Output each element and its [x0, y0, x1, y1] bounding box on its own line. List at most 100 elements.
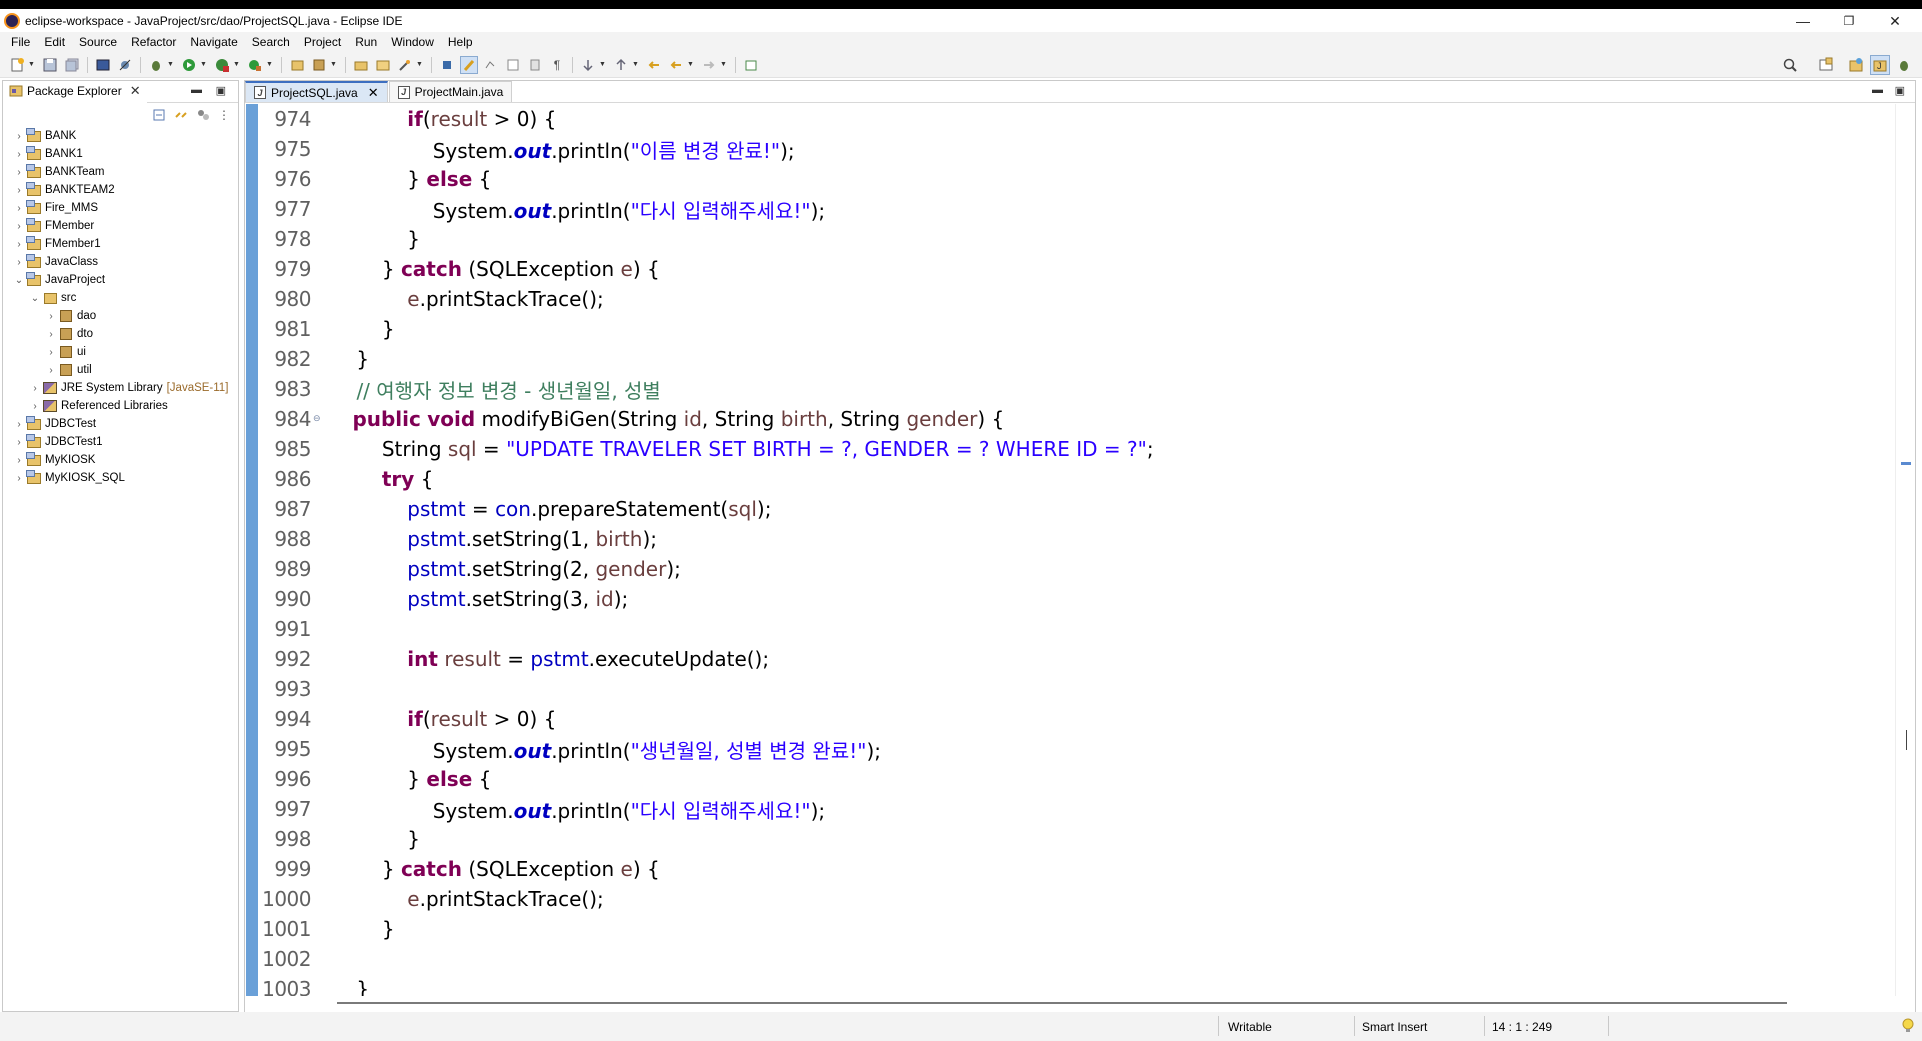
pin-editor-icon[interactable]: [742, 56, 760, 74]
java-ee-perspective-icon[interactable]: [1846, 55, 1866, 75]
save-icon[interactable]: [41, 56, 59, 74]
toggle-mark-occurrences-icon[interactable]: [438, 56, 456, 74]
tree-item-bank[interactable]: › BANK: [3, 127, 238, 145]
code-line[interactable]: 983 // 여행자 정보 변경 - 생년월일, 성별: [257, 374, 1897, 404]
menu-run[interactable]: Run: [348, 35, 384, 49]
collapsed-chevron-icon[interactable]: ›: [13, 419, 25, 430]
search-dropdown-icon[interactable]: ▼: [416, 61, 424, 68]
collapsed-chevron-icon[interactable]: ›: [13, 167, 25, 178]
tree-item-fmember1[interactable]: › FMember1: [3, 235, 238, 253]
collapsed-chevron-icon[interactable]: ›: [13, 257, 25, 268]
tree-item-jre-system-library[interactable]: › JRE System Library [JavaSE-11]: [3, 379, 238, 397]
code-line[interactable]: 984 ⊖ public void modifyBiGen(String id, …: [257, 404, 1897, 434]
code-line[interactable]: 1001 }: [257, 914, 1897, 944]
collapsed-chevron-icon[interactable]: ›: [45, 329, 57, 340]
code-line[interactable]: 993: [257, 674, 1897, 704]
code-line[interactable]: 991: [257, 614, 1897, 644]
fold-collapse-icon[interactable]: ⊖: [313, 414, 327, 424]
run-dropdown-icon[interactable]: ▼: [200, 61, 208, 68]
external-tools-dropdown-icon[interactable]: ▼: [266, 61, 274, 68]
coverage-icon[interactable]: [213, 56, 231, 74]
tree-item-util[interactable]: › util: [3, 361, 238, 379]
code-line[interactable]: 974 if(result > 0) {: [257, 104, 1897, 134]
new-icon[interactable]: [8, 56, 26, 74]
collapsed-chevron-icon[interactable]: ›: [13, 239, 25, 250]
toggle-word-wrap-icon[interactable]: [504, 56, 522, 74]
minimize-editor-icon[interactable]: ▬: [1872, 84, 1883, 96]
code-line[interactable]: 978 }: [257, 224, 1897, 254]
code-line[interactable]: 979 } catch (SQLException e) {: [257, 254, 1897, 284]
tree-item-dao[interactable]: › dao: [3, 307, 238, 325]
scrollbar-thumb[interactable]: [337, 1002, 1787, 1004]
code-line[interactable]: 976 } else {: [257, 164, 1897, 194]
debug-perspective-icon[interactable]: [1894, 55, 1914, 75]
maximize-editor-icon[interactable]: ▣: [1895, 84, 1905, 97]
code-line[interactable]: 994 if(result > 0) {: [257, 704, 1897, 734]
java-perspective-icon[interactable]: J: [1870, 55, 1890, 75]
toggle-block-selection-icon[interactable]: [482, 56, 500, 74]
tree-item-javaclass[interactable]: › JavaClass: [3, 253, 238, 271]
code-editor[interactable]: 974 if(result > 0) {975 System.out.print…: [245, 104, 1915, 996]
tree-item-fire-mms[interactable]: › Fire_MMS: [3, 199, 238, 217]
package-explorer-tab[interactable]: Package Explorer ✕: [3, 81, 147, 103]
minimize-button[interactable]: —: [1780, 9, 1826, 33]
menu-project[interactable]: Project: [297, 35, 348, 49]
next-annotation-icon[interactable]: [579, 56, 597, 74]
close-window-button[interactable]: ✕: [1872, 9, 1918, 33]
collapsed-chevron-icon[interactable]: ›: [13, 455, 25, 466]
code-line[interactable]: 998 }: [257, 824, 1897, 854]
tree-item-mykiosk[interactable]: › MyKIOSK: [3, 451, 238, 469]
insert-mode-status[interactable]: Smart Insert: [1362, 1020, 1427, 1034]
collapse-all-icon[interactable]: [152, 108, 166, 122]
terminal-icon[interactable]: [94, 56, 112, 74]
tree-item-mykiosk-sql[interactable]: › MyKIOSK_SQL: [3, 469, 238, 487]
view-menu-icon[interactable]: ⋮: [218, 108, 230, 122]
code-line[interactable]: 992 int result = pstmt.executeUpdate();: [257, 644, 1897, 674]
collapsed-chevron-icon[interactable]: ›: [45, 311, 57, 322]
code-line[interactable]: 997 System.out.println("다시 입력해주세요!");: [257, 794, 1897, 824]
tree-item-referenced-libraries[interactable]: › Referenced Libraries: [3, 397, 238, 415]
tab-projectmain-java[interactable]: J ProjectMain.java: [388, 81, 513, 102]
expanded-chevron-icon[interactable]: ⌄: [29, 293, 41, 304]
back-dropdown-icon[interactable]: ▼: [687, 61, 695, 68]
run-icon[interactable]: [180, 56, 198, 74]
search-tool-icon[interactable]: [396, 56, 414, 74]
collapsed-chevron-icon[interactable]: ›: [45, 347, 57, 358]
tree-item-bank1[interactable]: › BANK1: [3, 145, 238, 163]
skip-breakpoints-icon[interactable]: [116, 56, 134, 74]
new-package-icon[interactable]: [310, 56, 328, 74]
tree-item-dto[interactable]: › dto: [3, 325, 238, 343]
code-line[interactable]: 1002: [257, 944, 1897, 974]
collapsed-chevron-icon[interactable]: ›: [29, 383, 41, 394]
new-class-dropdown-icon[interactable]: ▼: [330, 61, 338, 68]
menu-navigate[interactable]: Navigate: [183, 35, 244, 49]
menu-source[interactable]: Source: [72, 35, 124, 49]
restore-button[interactable]: ❐: [1826, 9, 1872, 33]
link-with-editor-icon[interactable]: [174, 108, 188, 122]
new-dropdown-icon[interactable]: ▼: [28, 61, 36, 68]
code-line[interactable]: 989 pstmt.setString(2, gender);: [257, 554, 1897, 584]
menu-edit[interactable]: Edit: [37, 35, 72, 49]
menu-file[interactable]: File: [4, 35, 37, 49]
code-line[interactable]: 977 System.out.println("다시 입력해주세요!");: [257, 194, 1897, 224]
collapsed-chevron-icon[interactable]: ›: [45, 365, 57, 376]
tree-item-jdbctest[interactable]: › JDBCTest: [3, 415, 238, 433]
code-line[interactable]: 1000 e.printStackTrace();: [257, 884, 1897, 914]
code-line[interactable]: 987 pstmt = con.prepareStatement(sql);: [257, 494, 1897, 524]
collapsed-chevron-icon[interactable]: ›: [13, 473, 25, 484]
horizontal-scrollbar[interactable]: [245, 996, 1915, 1012]
last-edit-location-icon[interactable]: [645, 56, 663, 74]
open-task-icon[interactable]: [374, 56, 392, 74]
collapsed-chevron-icon[interactable]: ›: [13, 131, 25, 142]
menu-window[interactable]: Window: [384, 35, 441, 49]
code-line[interactable]: 981 }: [257, 314, 1897, 344]
menu-search[interactable]: Search: [245, 35, 297, 49]
menu-refactor[interactable]: Refactor: [124, 35, 183, 49]
minimize-view-icon[interactable]: ▬: [191, 84, 202, 96]
debug-dropdown-icon[interactable]: ▼: [167, 61, 175, 68]
collapsed-chevron-icon[interactable]: ›: [29, 401, 41, 412]
open-type-icon[interactable]: [352, 56, 370, 74]
collapsed-chevron-icon[interactable]: ›: [13, 437, 25, 448]
tip-lightbulb-icon[interactable]: [1902, 1018, 1914, 1037]
new-java-project-icon[interactable]: [288, 56, 306, 74]
